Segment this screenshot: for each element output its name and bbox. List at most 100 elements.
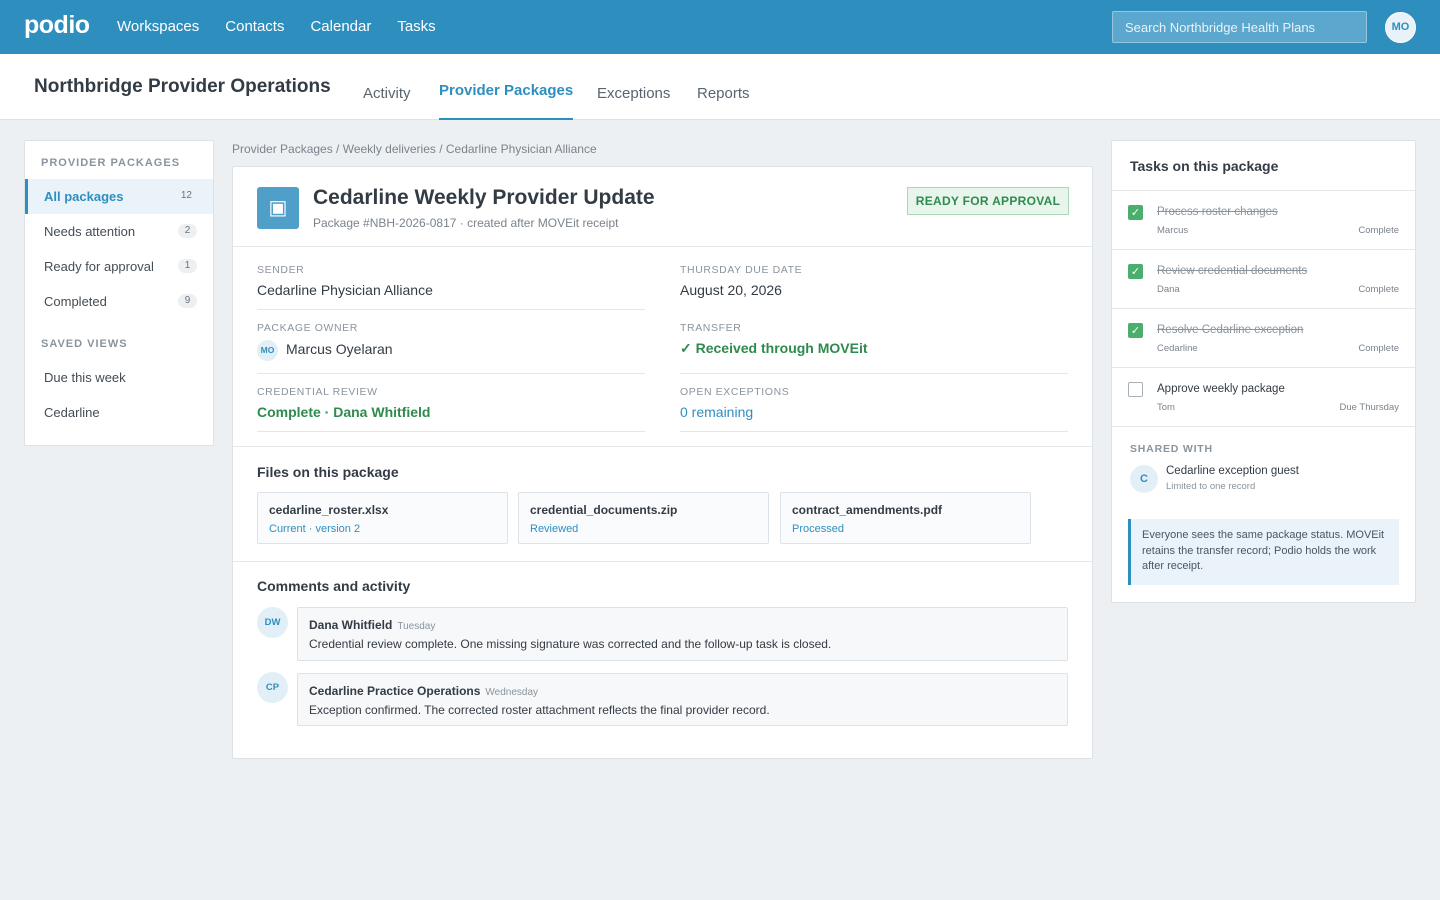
- tab-activity[interactable]: Activity: [363, 85, 411, 102]
- task-assignee: Dana: [1157, 284, 1180, 295]
- comment-text: Credential review complete. One missing …: [309, 637, 832, 651]
- task-checkbox[interactable]: [1128, 382, 1143, 397]
- task-item: ✓ Resolve Cedarline exception Cedarline …: [1112, 308, 1415, 367]
- saved-views-heading: SAVED VIEWS: [41, 338, 128, 350]
- sidebar-item-label: Ready for approval: [44, 259, 154, 274]
- package-owner-value[interactable]: MO Marcus Oyelaran: [257, 340, 645, 361]
- comment-author: Dana Whitfield: [309, 618, 393, 632]
- open-exceptions-field: OPEN EXCEPTIONS 0 remaining: [680, 386, 1068, 432]
- comment-author-line: Dana Whitfield Tuesday: [309, 618, 1056, 632]
- field-label: THURSDAY DUE DATE: [680, 264, 803, 276]
- search-input[interactable]: [1112, 11, 1367, 43]
- file-meta: Reviewed: [530, 523, 579, 535]
- task-name[interactable]: Review credential documents: [1157, 265, 1307, 277]
- task-state: Complete: [1358, 284, 1399, 295]
- credential-review-value: Complete · Dana Whitfield: [257, 404, 431, 420]
- top-bar: podio Workspaces Contacts Calendar Tasks…: [0, 0, 1440, 54]
- workspace-header: Northbridge Provider Operations Activity…: [0, 54, 1440, 120]
- file-card[interactable]: credential_documents.zip Reviewed: [518, 492, 769, 544]
- task-assignee: Cedarline: [1157, 343, 1198, 354]
- file-name: credential_documents.zip: [530, 503, 678, 517]
- package-subtitle: Package #NBH-2026-0817 · created after M…: [313, 216, 619, 230]
- comment-author: Cedarline Practice Operations: [309, 684, 481, 698]
- task-checkbox[interactable]: ✓: [1128, 205, 1143, 220]
- owner-avatar: MO: [257, 340, 278, 361]
- task-state: Complete: [1358, 343, 1399, 354]
- sidebar-item-count: 2: [178, 224, 197, 238]
- tasks-panel-title: Tasks on this package: [1130, 158, 1279, 174]
- nav-contacts[interactable]: Contacts: [225, 18, 284, 35]
- package-icon: ▣: [257, 187, 299, 229]
- sidebar-item-completed[interactable]: Completed 9: [25, 284, 213, 319]
- nav-calendar[interactable]: Calendar: [310, 18, 371, 35]
- nav-tasks[interactable]: Tasks: [397, 18, 435, 35]
- file-card[interactable]: cedarline_roster.xlsx Current · version …: [257, 492, 508, 544]
- shared-user-scope: Limited to one record: [1166, 481, 1256, 492]
- task-name[interactable]: Resolve Cedarline exception: [1157, 324, 1303, 336]
- credential-review-field: CREDENTIAL REVIEW Complete · Dana Whitfi…: [257, 386, 645, 432]
- field-label: OPEN EXCEPTIONS: [680, 386, 790, 398]
- file-meta: Processed: [792, 523, 844, 535]
- saved-view-due-this-week[interactable]: Due this week: [25, 360, 213, 395]
- sidebar-item-ready-for-approval[interactable]: Ready for approval 1: [25, 249, 213, 284]
- task-name[interactable]: Process roster changes: [1157, 206, 1278, 218]
- files-divider: [233, 561, 1092, 562]
- file-card[interactable]: contract_amendments.pdf Processed: [780, 492, 1031, 544]
- field-label: SENDER: [257, 264, 305, 276]
- shared-user-avatar: C: [1130, 465, 1158, 493]
- open-exceptions-link[interactable]: 0 remaining: [680, 404, 1068, 420]
- transfer-value: ✓ Received through MOVEit: [680, 340, 868, 356]
- task-state: Complete: [1358, 225, 1399, 236]
- saved-view-cedarline[interactable]: Cedarline: [25, 395, 213, 430]
- fields-divider: [233, 446, 1092, 447]
- task-item: ✓ Process roster changes Marcus Complete: [1112, 190, 1415, 249]
- due-date-value: August 20, 2026: [680, 282, 782, 298]
- sidebar-item-label: All packages: [44, 189, 124, 204]
- tab-exceptions[interactable]: Exceptions: [597, 85, 670, 102]
- tab-reports[interactable]: Reports: [697, 85, 750, 102]
- sidebar-item-all-packages[interactable]: All packages 12: [25, 179, 213, 214]
- tasks-panel: Tasks on this package ✓ Process roster c…: [1111, 140, 1416, 603]
- breadcrumb[interactable]: Provider Packages / Weekly deliveries / …: [232, 142, 597, 156]
- tab-provider-packages[interactable]: Provider Packages: [439, 82, 574, 120]
- user-avatar[interactable]: MO: [1385, 12, 1416, 43]
- comment-avatar: CP: [257, 672, 288, 703]
- transfer-field: TRANSFER ✓ Received through MOVEit: [680, 322, 1068, 374]
- file-meta: Current · version 2: [269, 523, 361, 535]
- file-name: contract_amendments.pdf: [792, 503, 943, 517]
- status-badge[interactable]: READY FOR APPROVAL: [907, 187, 1069, 215]
- podio-logo[interactable]: podio: [24, 11, 90, 40]
- sidebar-item-label: Needs attention: [44, 224, 136, 239]
- header-divider: [233, 246, 1092, 247]
- comment-time: Tuesday: [397, 621, 436, 632]
- comment-author-line: Cedarline Practice Operations Wednesday: [309, 684, 1056, 698]
- field-label: PACKAGE OWNER: [257, 322, 358, 334]
- task-item: Approve weekly package Tom Due Thursday: [1112, 367, 1415, 427]
- task-assignee: Tom: [1157, 402, 1175, 413]
- top-nav: Workspaces Contacts Calendar Tasks: [117, 18, 462, 35]
- field-label: CREDENTIAL REVIEW: [257, 386, 378, 398]
- task-checkbox[interactable]: ✓: [1128, 323, 1143, 338]
- owner-name: Marcus Oyelaran: [286, 341, 393, 358]
- sidebar: PROVIDER PACKAGES All packages 12 Needs …: [24, 140, 214, 446]
- sender-field: SENDER Cedarline Physician Alliance: [257, 264, 645, 310]
- comment-text: Exception confirmed. The corrected roste…: [309, 703, 770, 717]
- package-card: ▣ Cedarline Weekly Provider Update Packa…: [232, 166, 1093, 759]
- shared-with-heading: SHARED WITH: [1130, 443, 1213, 455]
- info-note: Everyone sees the same package status. M…: [1128, 519, 1399, 585]
- comments-heading: Comments and activity: [257, 578, 411, 594]
- comment: Dana Whitfield Tuesday Credential review …: [297, 607, 1068, 661]
- comment: Cedarline Practice Operations Wednesday E…: [297, 673, 1068, 726]
- task-checkbox[interactable]: ✓: [1128, 264, 1143, 279]
- package-title: Cedarline Weekly Provider Update: [313, 186, 655, 209]
- comment-avatar: DW: [257, 607, 288, 638]
- nav-workspaces[interactable]: Workspaces: [117, 18, 199, 35]
- sidebar-item-needs-attention[interactable]: Needs attention 2: [25, 214, 213, 249]
- comment-time: Wednesday: [485, 687, 539, 698]
- shared-user-name[interactable]: Cedarline exception guest: [1166, 465, 1299, 477]
- files-heading: Files on this package: [257, 464, 399, 480]
- task-name[interactable]: Approve weekly package: [1157, 383, 1285, 395]
- task-item: ✓ Review credential documents Dana Compl…: [1112, 249, 1415, 308]
- task-assignee: Marcus: [1157, 225, 1189, 236]
- sidebar-heading: PROVIDER PACKAGES: [41, 157, 181, 169]
